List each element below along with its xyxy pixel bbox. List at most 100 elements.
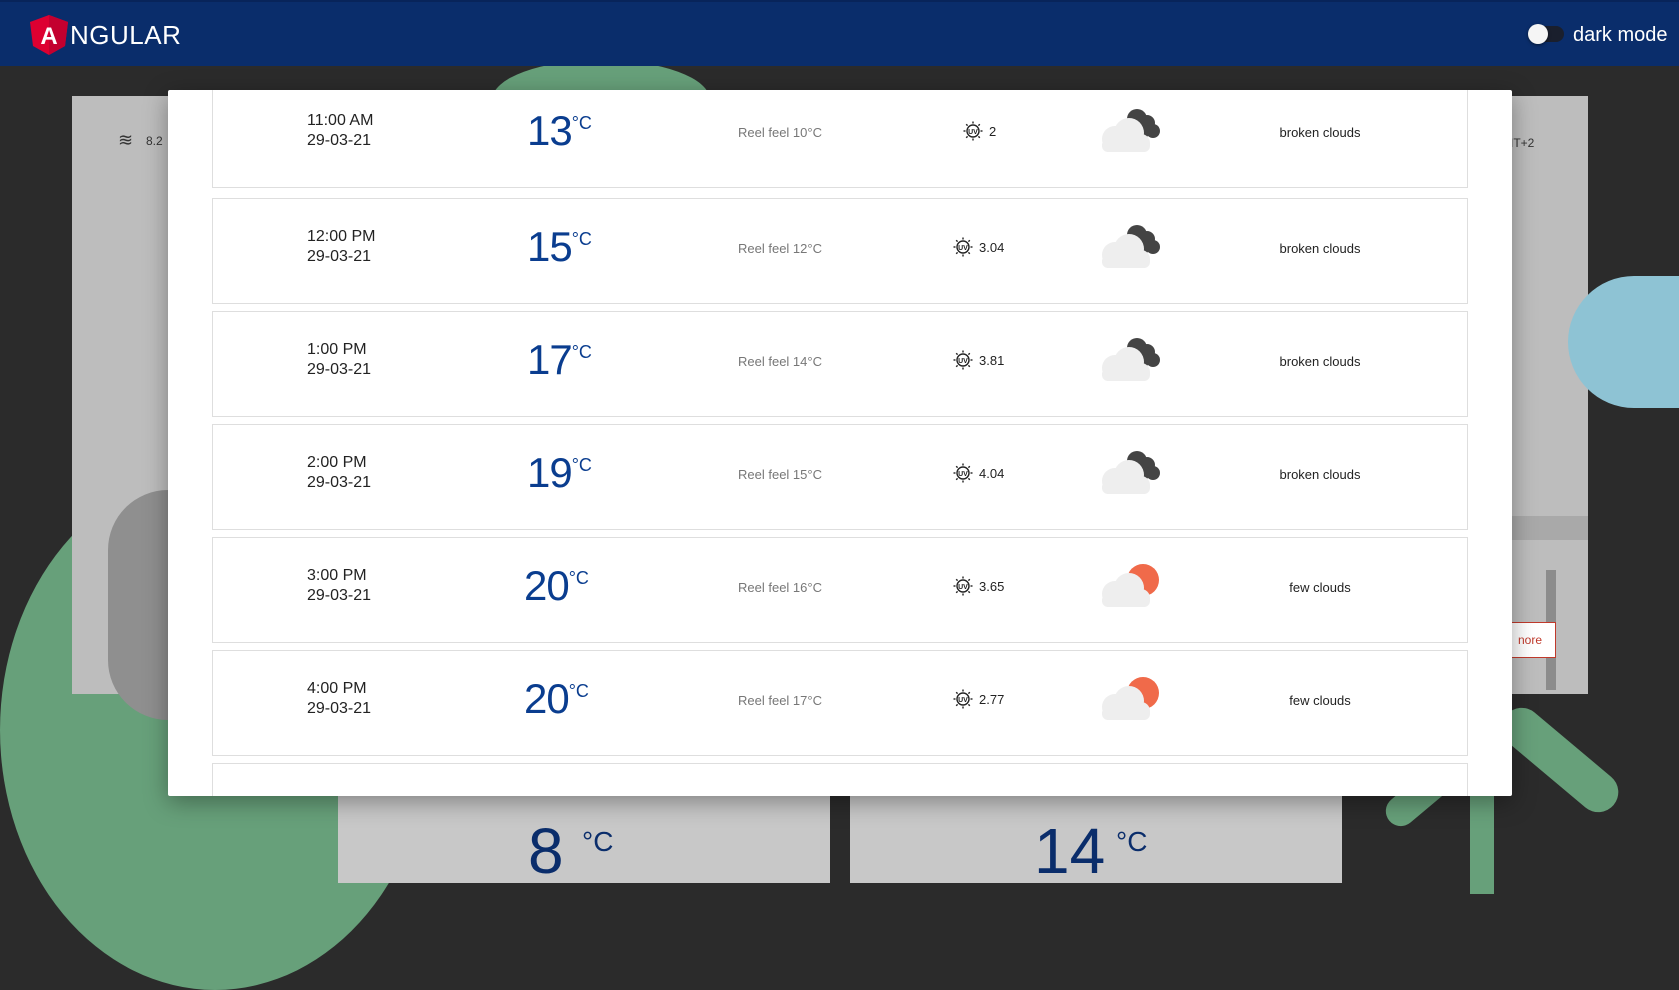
forecast-temperature: 13°C [527,107,592,155]
forecast-temperature: 15°C [527,223,592,271]
real-feel-text: Reel feel 17°C [738,693,822,708]
svg-text:A: A [40,23,57,50]
real-feel-text: Reel feel 10°C [738,125,822,140]
forecast-time-block: 12:00 PM 29-03-21 [307,227,375,267]
forecast-time: 12:00 PM [307,228,376,245]
real-feel-text: Reel feel 15°C [738,467,822,482]
svg-text:UV: UV [958,245,968,252]
forecast-time-block: 1:00 PM 29-03-21 [307,340,371,380]
uv-sun-icon: UV [963,121,983,141]
temperature-unit: °C [568,681,589,701]
forecast-time: 4:00 PM [307,680,367,697]
uv-sun-icon: UV [953,689,973,709]
forecast-date: 29-03-21 [307,361,372,378]
broken-clouds-icon [1102,451,1160,494]
dark-mode-toggle[interactable] [1528,24,1564,44]
uv-value: 3.04 [979,239,1005,255]
forecast-row: 1:00 PM 29-03-21 17°C Reel feel 14°C UV 3.81 b… [212,311,1468,417]
forecast-row-partial [212,763,1468,796]
forecast-time-block: 11:00 AM 29-03-21 [307,111,373,151]
forecast-row: 12:00 PM 29-03-21 15°C Reel feel 12°C UV 3.04… [212,198,1468,304]
svg-text:UV: UV [958,697,968,704]
bg-green-branch-diag [1493,699,1627,821]
top-navbar: A NGULAR dark mode [0,0,1679,66]
uv-index: UV 3.81 [953,350,1004,370]
uv-index: UV 3.65 [953,576,1004,596]
real-feel-text: Reel feel 12°C [738,241,822,256]
bg-temp-left-unit: °C [582,826,614,857]
temperature-value: 15 [527,223,573,270]
forecast-temperature: 20°C [524,562,589,610]
temperature-unit: °C [571,455,592,475]
uv-sun-icon: UV [953,350,973,370]
bg-bottom-card-left: 8 °C [338,796,830,887]
uv-sun-icon: UV [953,463,973,483]
forecast-time: 3:00 PM [307,567,367,584]
uv-sun-icon: UV [953,237,973,257]
weather-description: broken clouds [1279,467,1361,482]
toggle-knob [1528,24,1548,44]
wind-value: 8.2 [146,134,163,148]
uv-index: UV 3.04 [953,237,1004,257]
temperature-value: 13 [527,107,573,154]
timezone-fragment: IT+2 [1510,136,1535,150]
dark-mode-label: dark mode [1573,24,1668,46]
brand-name: NGULAR [70,20,182,50]
weather-description: broken clouds [1279,125,1361,140]
forecast-date: 29-03-21 [307,587,372,604]
forecast-time: 1:00 PM [307,341,367,358]
forecast-date: 29-03-21 [307,132,372,149]
real-feel-text: Reel feel 16°C [738,580,822,595]
temperature-unit: °C [571,113,592,133]
broken-clouds-icon [1102,109,1160,152]
uv-value: 2 [989,123,997,139]
temperature-value: 19 [527,449,573,496]
hourly-forecast-dialog: 11:00 AM 29-03-21 13°C Reel feel 10°C UV 2 bro… [168,90,1512,796]
forecast-temperature: 20°C [524,675,589,723]
uv-value: 3.81 [979,352,1005,368]
svg-text:UV: UV [958,358,968,365]
few-clouds-icon [1102,564,1159,607]
forecast-row: 11:00 AM 29-03-21 13°C Reel feel 10°C UV 2 bro… [212,90,1468,188]
temperature-value: 20 [524,562,570,609]
temperature-unit: °C [568,568,589,588]
wind-icon: ≋ [118,130,134,150]
svg-text:UV: UV [958,471,968,478]
uv-value: 4.04 [979,465,1005,481]
svg-text:UV: UV [958,584,968,591]
forecast-time: 11:00 AM [307,112,374,129]
broken-clouds-icon [1102,338,1160,381]
forecast-time-block: 2:00 PM 29-03-21 [307,453,371,493]
temperature-unit: °C [571,342,592,362]
uv-index: UV 2 [963,121,996,141]
weather-description: broken clouds [1279,241,1361,256]
broken-clouds-icon [1102,225,1160,268]
forecast-row: 4:00 PM 29-03-21 20°C Reel feel 17°C UV 2.77 f… [212,650,1468,756]
forecast-time-block: 3:00 PM 29-03-21 [307,566,371,606]
svg-text:UV: UV [968,129,978,136]
angular-logo-icon: A [30,15,68,55]
uv-value: 3.65 [979,578,1005,594]
uv-sun-icon: UV [953,576,973,596]
temperature-value: 20 [524,675,570,722]
uv-index: UV 4.04 [953,463,1004,483]
bg-road [1510,516,1588,540]
forecast-row: 2:00 PM 29-03-21 19°C Reel feel 15°C UV 4.04 b… [212,424,1468,530]
forecast-date: 29-03-21 [307,474,372,491]
real-feel-text: Reel feel 14°C [738,354,822,369]
forecast-temperature: 19°C [527,449,592,497]
weather-description: few clouds [1289,693,1351,708]
few-clouds-icon [1102,677,1159,720]
temperature-unit: °C [571,229,592,249]
weather-description: few clouds [1289,580,1351,595]
weather-description: broken clouds [1279,354,1361,369]
forecast-time-block: 4:00 PM 29-03-21 [307,679,371,719]
bg-temp-left: 8 [528,815,564,887]
bg-temp-right-unit: °C [1116,826,1148,857]
forecast-time: 2:00 PM [307,454,367,471]
bg-bottom-card-right: 14 °C [850,796,1342,887]
uv-value: 2.77 [979,691,1005,707]
uv-index: UV 2.77 [953,689,1004,709]
forecast-date: 29-03-21 [307,700,372,717]
temperature-value: 17 [527,336,573,383]
